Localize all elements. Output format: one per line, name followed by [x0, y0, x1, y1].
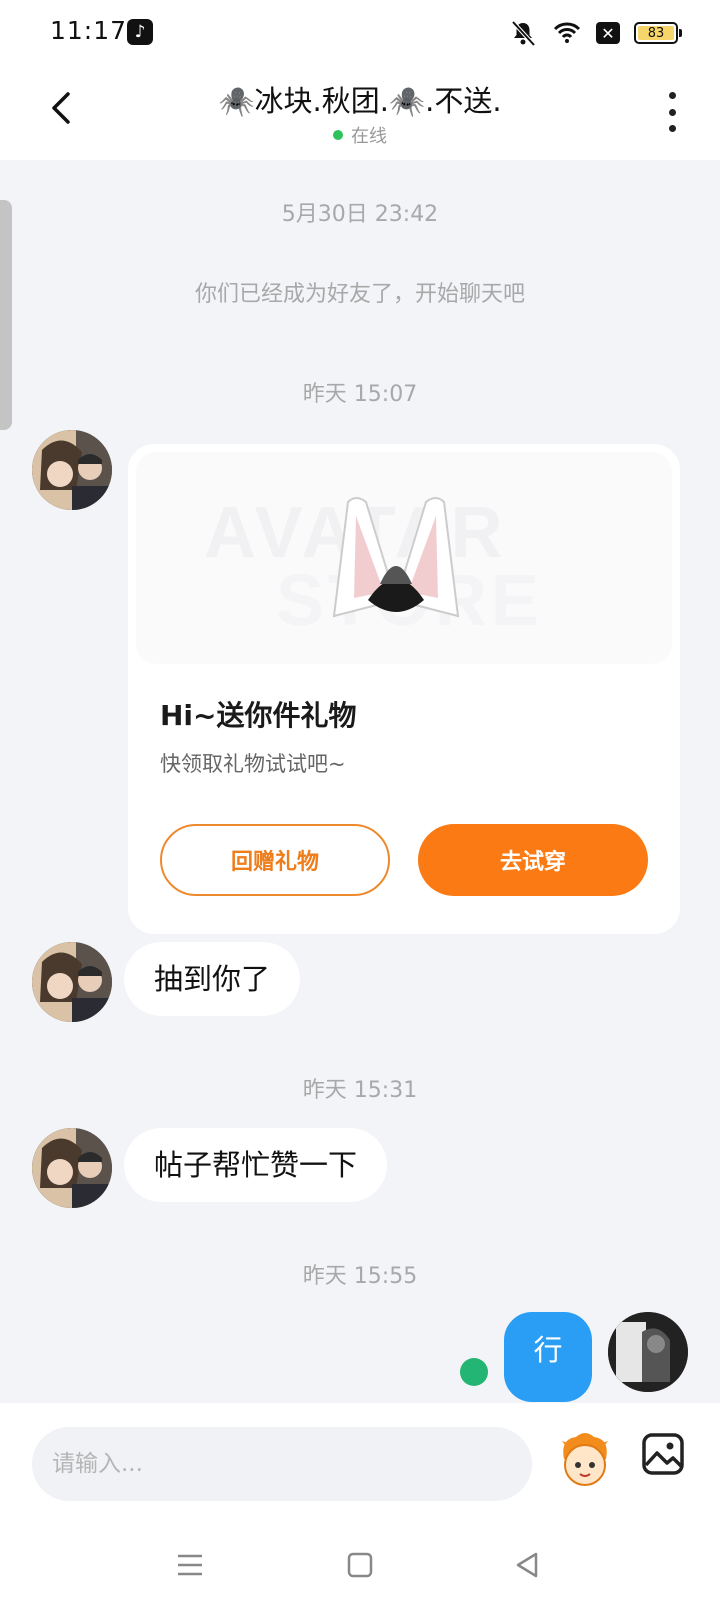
battery-level: 83	[638, 26, 674, 41]
wifi-icon	[553, 22, 581, 43]
status-time: 11:17	[50, 16, 128, 45]
outgoing-message[interactable]: 行	[504, 1312, 592, 1402]
image-picker-icon[interactable]	[640, 1431, 686, 1477]
incoming-message[interactable]: 帖子帮忙赞一下	[124, 1128, 388, 1202]
contact-avatar[interactable]	[32, 1128, 112, 1208]
gift-subtitle: 快领取礼物试试吧~	[160, 752, 346, 776]
system-message: 你们已经成为好友了，开始聊天吧	[194, 282, 525, 307]
online-dot-icon	[333, 130, 343, 140]
my-avatar[interactable]	[608, 1312, 688, 1392]
timestamp: 昨天 15:31	[302, 1078, 418, 1103]
read-status-icon	[460, 1358, 488, 1386]
cat-ears-icon	[332, 497, 460, 618]
more-options-icon[interactable]	[664, 92, 680, 132]
online-status-label: 在线	[351, 126, 387, 147]
gift-preview-image: AVATAR STORE	[136, 452, 672, 664]
message-input[interactable]	[32, 1427, 532, 1501]
system-nav-bar	[0, 1525, 720, 1612]
status-icons: ✕ 83	[508, 18, 682, 48]
home-icon[interactable]	[340, 1545, 380, 1585]
timestamp: 昨天 15:55	[302, 1264, 418, 1289]
battery-icon: 83	[634, 22, 682, 44]
menu-icon[interactable]	[170, 1545, 210, 1585]
sim-x-icon: ✕	[596, 22, 620, 44]
timestamp: 昨天 15:07	[302, 382, 418, 407]
contact-name: 🕷️冰块.秋团.🕷️.不送.	[218, 84, 502, 118]
gift-card[interactable]: AVATAR STORE Hi~送你件礼物 快领取礼物试试吧~ 回赠礼物 去试穿	[128, 444, 680, 934]
chat-header: 🕷️冰块.秋团.🕷️.不送. 在线	[0, 64, 720, 160]
back-triangle-icon[interactable]	[508, 1545, 548, 1585]
contact-avatar[interactable]	[32, 430, 112, 510]
sticker-mascot-icon[interactable]	[554, 1429, 616, 1491]
input-bar	[0, 1403, 720, 1525]
contact-avatar[interactable]	[32, 942, 112, 1022]
bell-muted-icon	[511, 20, 536, 47]
online-status: 在线	[0, 122, 720, 148]
return-gift-button[interactable]: 回赠礼物	[160, 824, 390, 896]
tiktok-icon: ♪	[127, 19, 153, 45]
status-bar: 11:17 ♪ ✕ 83	[0, 0, 720, 64]
incoming-message[interactable]: 抽到你了	[124, 942, 301, 1016]
gift-title: Hi~送你件礼物	[160, 699, 357, 732]
try-on-button[interactable]: 去试穿	[418, 824, 648, 896]
message-list[interactable]: 5月30日 23:42 你们已经成为好友了，开始聊天吧 昨天 15:07 AVA…	[0, 160, 720, 1403]
timestamp: 5月30日 23:42	[281, 202, 439, 227]
